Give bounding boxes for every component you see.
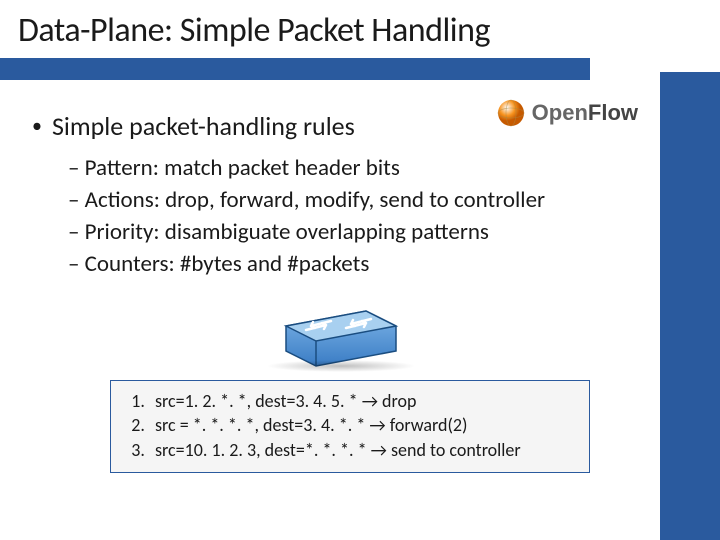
sub-bullet: Pattern: match packet header bits <box>68 154 650 182</box>
bullet-dot: • <box>32 114 42 138</box>
sub-bullet: Actions: drop, forward, modify, send to … <box>68 186 650 214</box>
globe-icon <box>496 98 526 128</box>
title-bar: Data-Plane: Simple Packet Handling <box>0 0 720 72</box>
main-bullet-text: Simple packet-handling rules <box>52 110 355 142</box>
rule-item: src = *. *. *. *, dest=3. 4. *. * → forw… <box>149 413 575 437</box>
sub-bullet-list: Pattern: match packet header bits Action… <box>68 154 650 278</box>
rules-box: src=1. 2. *. *, dest=3. 4. 5. * → drop s… <box>110 380 590 473</box>
network-switch-icon <box>276 296 406 368</box>
sub-bullet: Priority: disambiguate overlapping patte… <box>68 218 650 246</box>
rule-item: src=10. 1. 2. 3, dest=*. *. *. * → send … <box>149 438 575 462</box>
slide-title: Data-Plane: Simple Packet Handling <box>0 0 720 51</box>
switch-figure <box>32 296 650 368</box>
sub-bullet: Counters: #bytes and #packets <box>68 250 650 278</box>
content-area: • Simple packet-handling rules Pattern: … <box>0 72 720 473</box>
logo-text: OpenFlow <box>532 100 638 126</box>
rules-list: src=1. 2. *. *, dest=3. 4. 5. * → drop s… <box>149 389 575 462</box>
switch-shadow <box>266 360 416 372</box>
rule-item: src=1. 2. *. *, dest=3. 4. 5. * → drop <box>149 389 575 413</box>
openflow-logo: OpenFlow <box>492 96 642 130</box>
